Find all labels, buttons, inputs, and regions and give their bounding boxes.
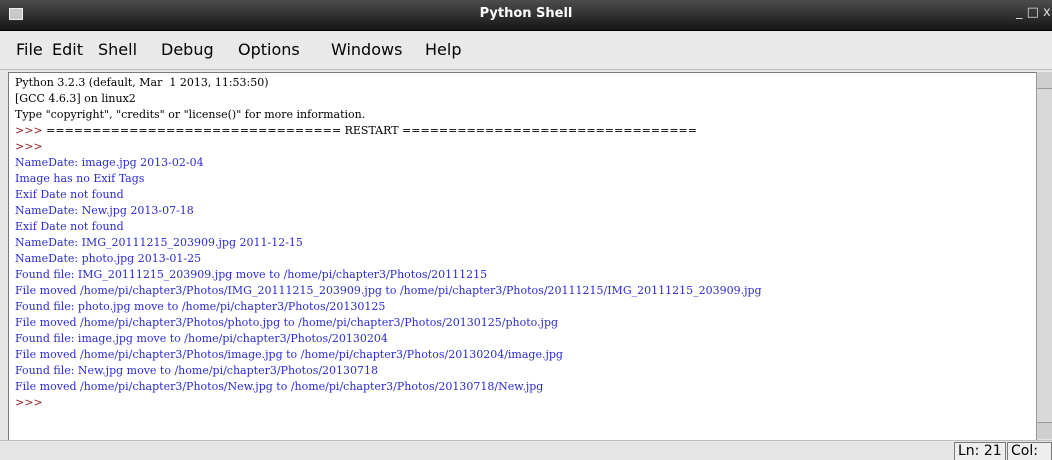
- shell-line: NameDate: image.jpg 2013-02-04: [15, 156, 204, 169]
- shell-line: Image has no Exif Tags: [15, 172, 145, 185]
- menu-debug[interactable]: Debug: [161, 40, 214, 59]
- scroll-down-button[interactable]: [1037, 422, 1052, 439]
- scroll-up-button[interactable]: [1037, 72, 1052, 89]
- shell-line: Found file: image.jpg move to /home/pi/c…: [15, 332, 388, 345]
- vertical-scrollbar[interactable]: [1036, 72, 1052, 439]
- shell-line: File moved /home/pi/chapter3/Photos/imag…: [15, 348, 563, 361]
- menu-file[interactable]: File: [16, 40, 43, 59]
- menu-edit[interactable]: Edit: [52, 40, 83, 59]
- shell-line: File moved /home/pi/chapter3/Photos/New.…: [15, 380, 544, 393]
- menu-windows[interactable]: Windows: [331, 40, 402, 59]
- window-title: Python Shell: [479, 6, 573, 21]
- status-bar: Ln: 21 Col: 4: [0, 440, 1052, 460]
- shell-line: [GCC 4.6.3] on linux2: [15, 92, 136, 105]
- shell-line: NameDate: IMG_20111215_203909.jpg 2011-1…: [15, 236, 303, 249]
- menu-shell[interactable]: Shell: [98, 40, 137, 59]
- shell-line: NameDate: New.jpg 2013-07-18: [15, 204, 194, 217]
- shell-output[interactable]: Python 3.2.3 (default, Mar 1 2013, 11:53…: [8, 72, 1037, 441]
- shell-line: Exif Date not found: [15, 220, 124, 233]
- menu-options-label: Options: [238, 40, 300, 59]
- column-number-status: Col: 4: [1007, 442, 1052, 460]
- title-bar: Python Shell _ □ x: [0, 0, 1052, 31]
- python-shell-window: Python Shell _ □ x File Edit Shell Debug…: [0, 0, 1052, 460]
- shell-prompt: >>>: [15, 124, 47, 137]
- shell-line: Found file: New.jpg move to /home/pi/cha…: [15, 364, 379, 377]
- shell-line: Type "copyright", "credits" or "license(…: [15, 108, 366, 121]
- shell-line: >>>: [15, 396, 43, 409]
- menu-debug-label: Debug: [161, 40, 214, 59]
- menu-help-label: Help: [425, 40, 462, 59]
- shell-line: >>>: [15, 140, 43, 153]
- line-number-status: Ln: 21: [954, 442, 1006, 460]
- shell-line: Exif Date not found: [15, 188, 124, 201]
- shell-line: File moved /home/pi/chapter3/Photos/IMG_…: [15, 284, 762, 297]
- menu-file-label: File: [16, 40, 43, 59]
- window-controls[interactable]: _ □ x: [1016, 5, 1051, 20]
- menu-edit-label: Edit: [52, 40, 83, 59]
- restart-banner: ================================ RESTART…: [46, 124, 697, 137]
- menu-help[interactable]: Help: [425, 40, 461, 59]
- shell-line: >>> ================================ RES…: [15, 123, 697, 139]
- menu-shell-label: Shell: [98, 40, 138, 59]
- shell-line: Found file: IMG_20111215_203909.jpg move…: [15, 268, 488, 281]
- shell-line: Python 3.2.3 (default, Mar 1 2013, 11:53…: [15, 76, 269, 89]
- menu-options[interactable]: Options: [238, 40, 300, 59]
- menu-bar: File Edit Shell Debug Options Windows He…: [0, 31, 1052, 70]
- shell-line: File moved /home/pi/chapter3/Photos/phot…: [15, 316, 559, 329]
- shell-line: NameDate: photo.jpg 2013-01-25: [15, 252, 202, 265]
- shell-line: Found file: photo.jpg move to /home/pi/c…: [15, 300, 386, 313]
- menu-windows-label: Windows: [331, 40, 403, 59]
